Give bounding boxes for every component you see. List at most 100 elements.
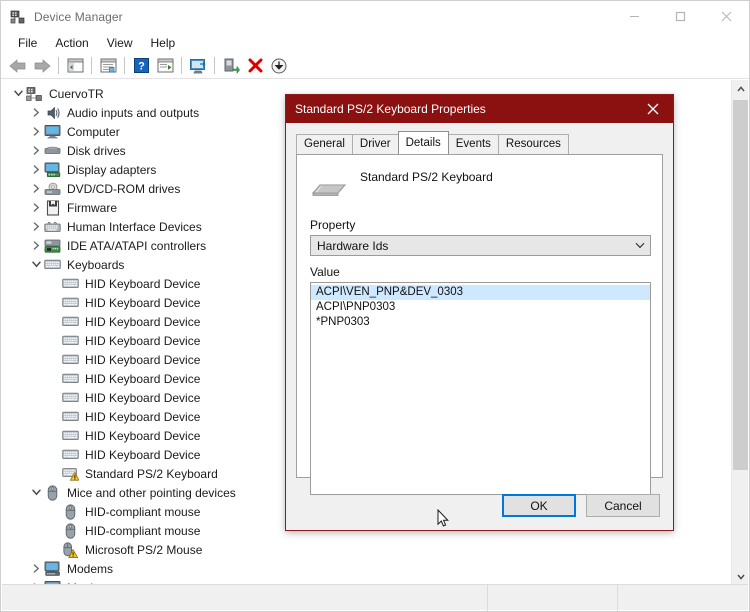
device-manager-icon: [10, 9, 26, 25]
scroll-down-icon[interactable]: [732, 568, 749, 585]
menu-action[interactable]: Action: [46, 34, 97, 52]
tree-item-label: HID Keyboard Device: [85, 295, 201, 310]
uninstall-device-icon[interactable]: [243, 55, 267, 77]
tab-details[interactable]: Details: [397, 131, 449, 154]
keyboard-icon: [310, 178, 348, 205]
display-adapter-icon: [44, 161, 61, 178]
statusbar-pane-2: [488, 585, 618, 611]
monitor-icon: [44, 123, 61, 140]
chevron-right-icon[interactable]: [28, 236, 44, 255]
scan-for-hardware-changes-icon[interactable]: [153, 55, 177, 77]
tree-item[interactable]: Microsoft PS/2 Mouse: [2, 540, 728, 559]
tree-item-label: HID Keyboard Device: [85, 428, 201, 443]
update-driver-icon[interactable]: [186, 55, 210, 77]
back-arrow-icon[interactable]: [6, 55, 30, 77]
chevron-down-icon[interactable]: [28, 483, 44, 502]
dialog-titlebar[interactable]: Standard PS/2 Keyboard Properties: [286, 95, 673, 123]
modem-icon: [44, 560, 61, 577]
tab-events[interactable]: Events: [447, 134, 499, 154]
dialog-tabstrip: General Driver Details Events Resources: [296, 131, 569, 154]
minimize-button[interactable]: [611, 1, 657, 32]
value-label: Value: [310, 265, 340, 279]
tree-vertical-scrollbar[interactable]: [731, 80, 748, 585]
keyboard-icon: [62, 389, 79, 406]
toolbar-separator: [214, 57, 215, 74]
forward-arrow-icon[interactable]: [30, 55, 54, 77]
tree-item-label: Standard PS/2 Keyboard: [85, 466, 218, 481]
value-list-item[interactable]: ACPI\PNP0303: [311, 300, 650, 315]
cancel-button[interactable]: Cancel: [586, 494, 660, 517]
tree-item-label: Firmware: [67, 200, 117, 215]
chevron-down-icon[interactable]: [10, 84, 26, 103]
value-listbox[interactable]: ACPI\VEN_PNP&DEV_0303 ACPI\PNP0303 *PNP030…: [310, 282, 651, 495]
tree-item-label: CuervoTR: [49, 86, 104, 101]
help-icon[interactable]: ?: [129, 55, 153, 77]
scroll-up-icon[interactable]: [732, 80, 749, 97]
tree-item-label: HID Keyboard Device: [85, 333, 201, 348]
chevron-right-icon[interactable]: [28, 160, 44, 179]
keyboard-icon: [62, 446, 79, 463]
chevron-right-icon[interactable]: [28, 198, 44, 217]
close-button[interactable]: [703, 1, 749, 32]
tab-resources[interactable]: Resources: [497, 134, 569, 154]
chevron-right-icon[interactable]: [28, 217, 44, 236]
chevron-right-icon[interactable]: [28, 103, 44, 122]
keyboard-icon: [62, 427, 79, 444]
value-list-item[interactable]: *PNP0303: [311, 315, 650, 330]
dialog-close-button[interactable]: [633, 95, 673, 123]
chevron-right-icon[interactable]: [28, 122, 44, 141]
speaker-icon: [44, 104, 61, 121]
disable-device-icon[interactable]: [267, 55, 291, 77]
keyboard-icon: [62, 408, 79, 425]
dialog-body: General Driver Details Events Resources Stan…: [287, 123, 672, 529]
tree-item[interactable]: Modems: [2, 559, 728, 578]
chevron-down-icon[interactable]: [28, 255, 44, 274]
chevron-right-icon[interactable]: [28, 141, 44, 160]
tree-item-label: DVD/CD-ROM drives: [67, 181, 181, 196]
tree-item-label: Microsoft PS/2 Mouse: [85, 542, 203, 557]
properties-icon[interactable]: [96, 55, 120, 77]
toolbar-separator: [124, 57, 125, 74]
tab-driver[interactable]: Driver: [351, 134, 399, 154]
property-label: Property: [310, 218, 356, 232]
show-hide-console-tree-icon[interactable]: [63, 55, 87, 77]
details-tab-page: Standard PS/2 Keyboard Property Hardware…: [296, 154, 663, 495]
property-dropdown[interactable]: Hardware Ids: [310, 235, 651, 256]
toolbar: ?: [1, 53, 749, 79]
disk-drive-icon: [44, 142, 61, 159]
menu-view[interactable]: View: [98, 34, 142, 52]
device-header: Standard PS/2 Keyboard: [310, 170, 650, 212]
enable-device-icon[interactable]: [219, 55, 243, 77]
scrollbar-thumb[interactable]: [733, 100, 748, 470]
statusbar-pane-3: [618, 585, 748, 611]
ok-button[interactable]: OK: [502, 494, 576, 517]
tab-general[interactable]: General: [296, 134, 353, 154]
tree-item-label: Audio inputs and outputs: [67, 105, 200, 120]
dialog-device-name: Standard PS/2 Keyboard: [360, 170, 493, 184]
value-list-item[interactable]: ACPI\VEN_PNP&DEV_0303: [311, 285, 650, 300]
firmware-icon: [44, 199, 61, 216]
tree-item-label: Mice and other pointing devices: [67, 485, 236, 500]
mouse-icon: [44, 484, 61, 501]
maximize-button[interactable]: [657, 1, 703, 32]
window-titlebar[interactable]: Device Manager: [1, 1, 749, 32]
keyboard-icon: [44, 256, 61, 273]
keyboard-icon: [62, 275, 79, 292]
menu-file[interactable]: File: [9, 34, 46, 52]
ide-controller-icon: [44, 237, 61, 254]
keyboard-icon: [62, 351, 79, 368]
chevron-right-icon[interactable]: [28, 179, 44, 198]
menu-help[interactable]: Help: [142, 34, 185, 52]
chevron-right-icon[interactable]: [28, 559, 44, 578]
